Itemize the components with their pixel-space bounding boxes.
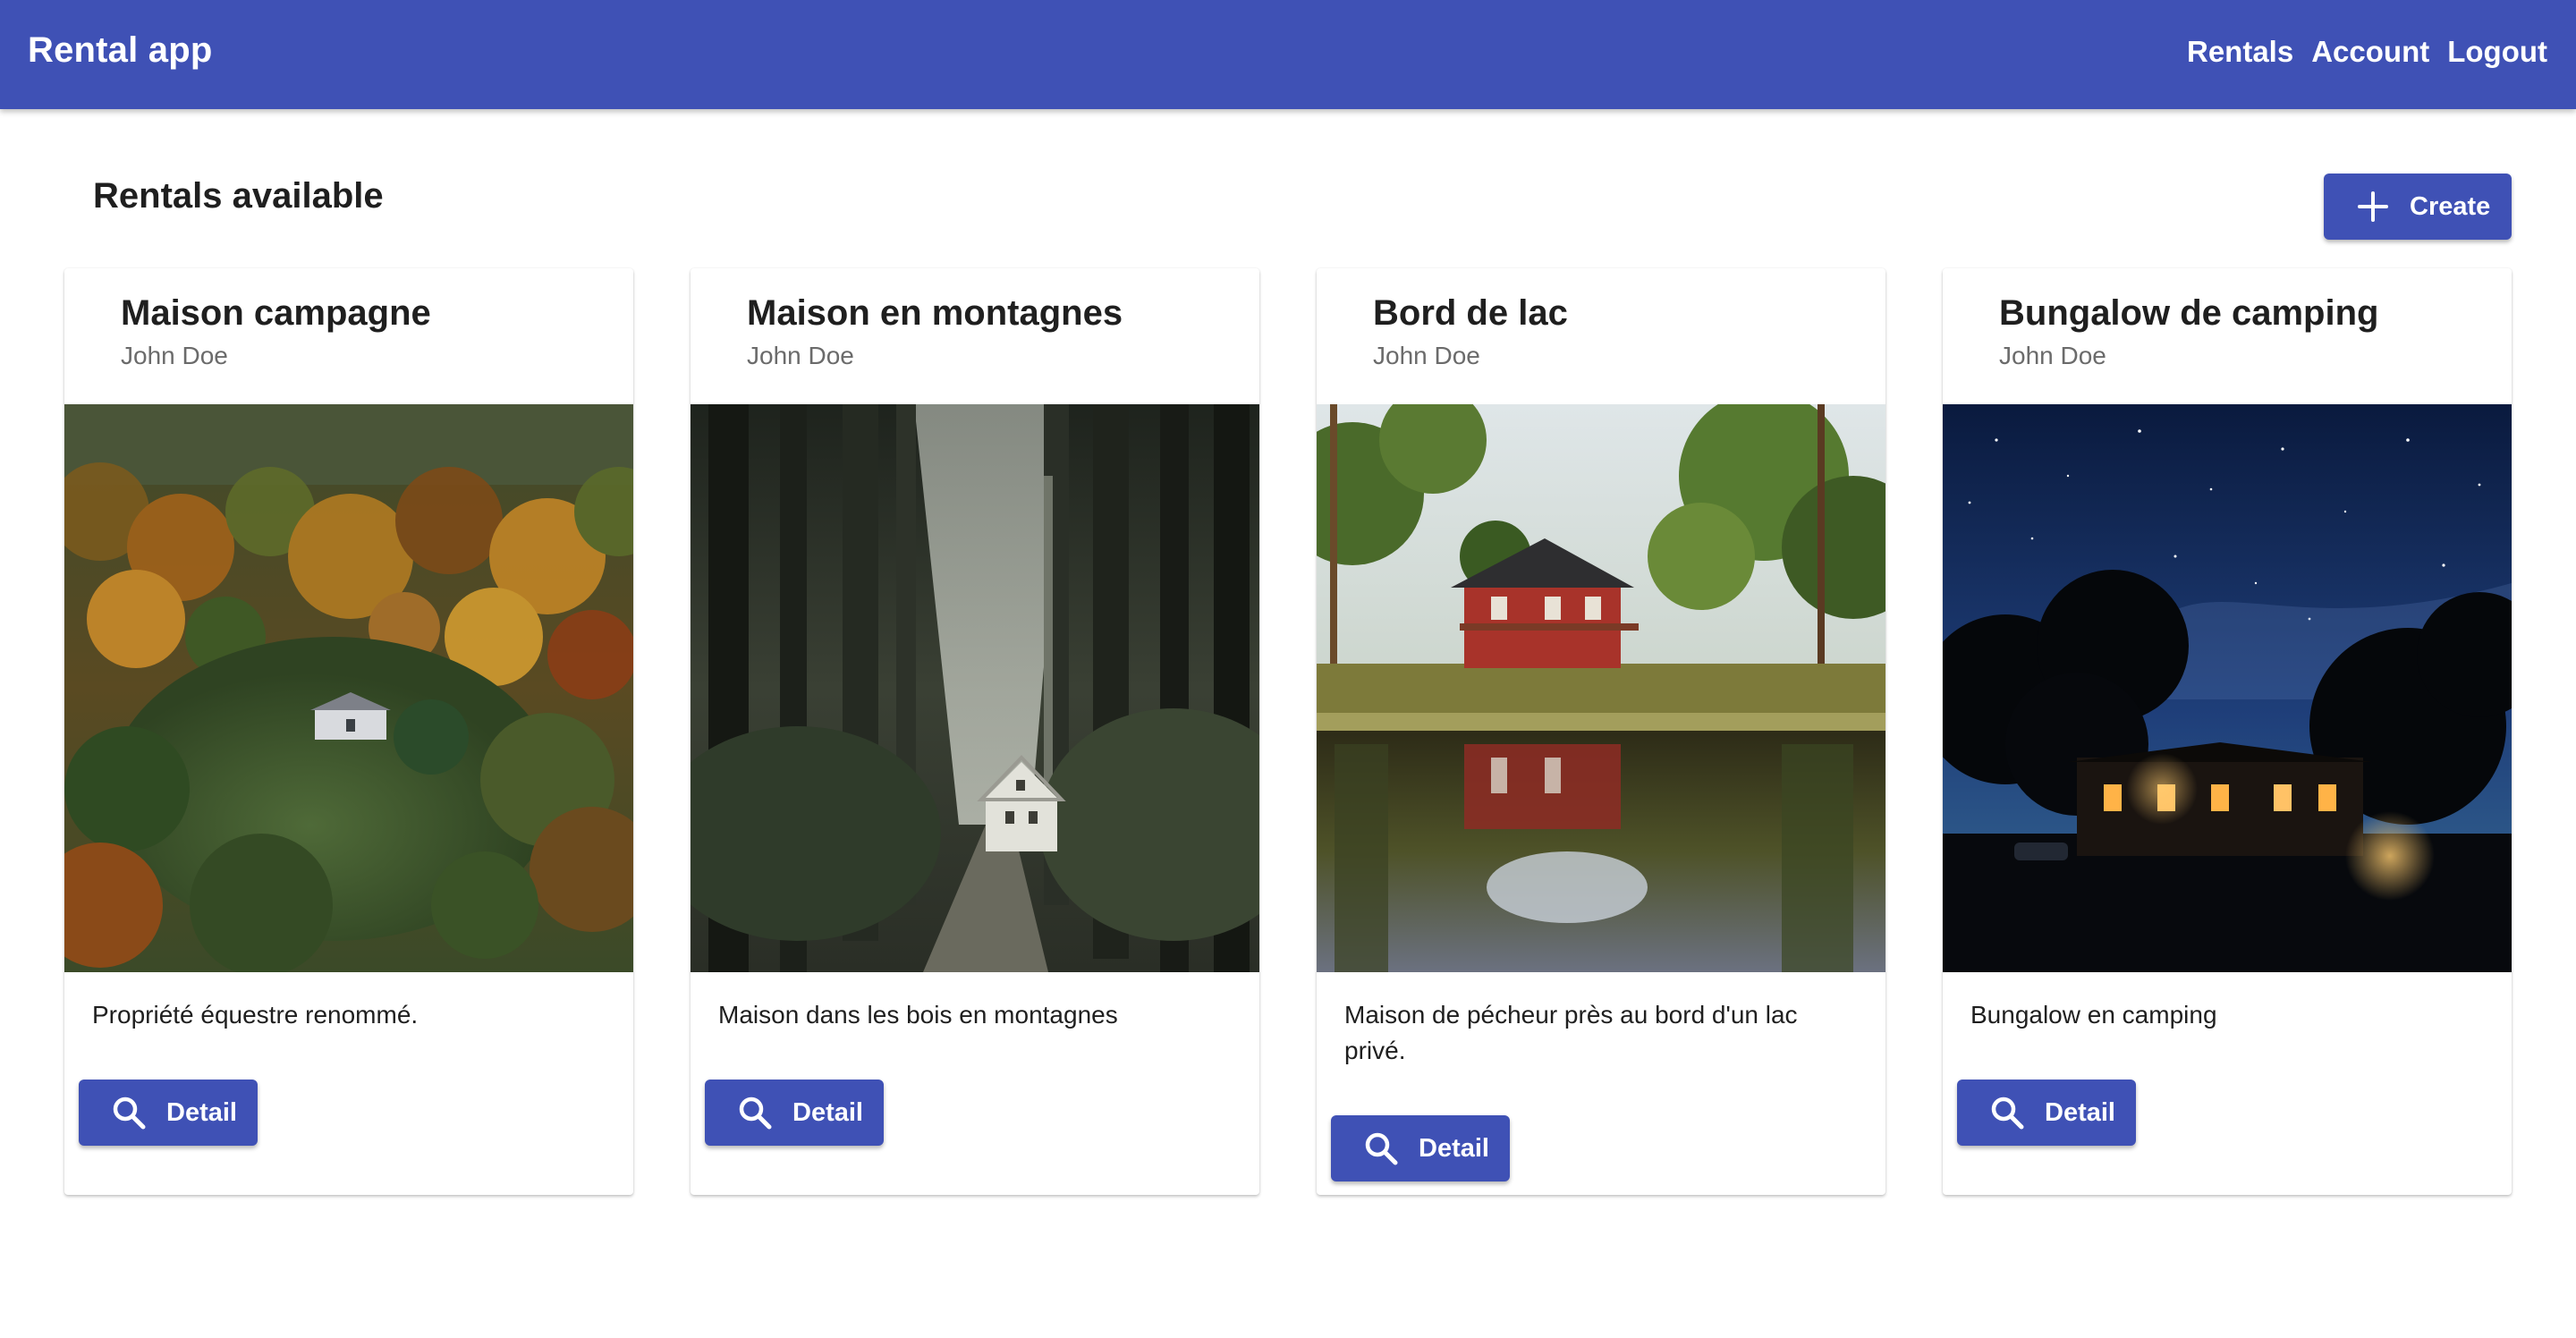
search-icon (113, 1097, 146, 1130)
rental-title: Bord de lac (1373, 293, 1568, 333)
detail-button-label: Detail (1419, 1133, 1489, 1163)
rental-owner: John Doe (1373, 342, 1480, 369)
rental-card: Maison en montagnes John Doe Maison dans… (691, 268, 1259, 1195)
rental-description: Maison dans les bois en montagnes (718, 1001, 1118, 1029)
nav-account-link[interactable]: Account (2311, 30, 2429, 73)
detail-button-label: Detail (792, 1097, 863, 1127)
rental-card: Bungalow de camping John Doe Bungalow en… (1943, 268, 2512, 1195)
top-nav: Rentals Account Logout (2187, 30, 2547, 73)
rental-description: Maison de pécheur près au bord d'un lac … (1344, 1001, 1798, 1064)
rental-image (64, 404, 633, 972)
create-button[interactable]: Create (2324, 174, 2512, 240)
rental-description: Bungalow en camping (1970, 1001, 2217, 1029)
detail-button-label: Detail (2045, 1097, 2115, 1127)
rental-title: Bungalow de camping (1999, 293, 2379, 333)
rental-card: Maison campagne John Doe Propriété éques… (64, 268, 633, 1195)
rental-description: Propriété équestre renommé. (92, 1001, 419, 1029)
detail-button[interactable]: Detail (79, 1080, 258, 1146)
search-icon (1365, 1132, 1398, 1165)
rental-card: Bord de lac John Doe Maison de pécheur p… (1317, 268, 1885, 1195)
rental-owner: John Doe (1999, 342, 2106, 369)
detail-button[interactable]: Detail (1331, 1115, 1510, 1181)
rental-image (1943, 404, 2512, 972)
rental-title: Maison en montagnes (747, 293, 1123, 333)
page-title: Rentals available (93, 176, 384, 216)
search-icon (1991, 1097, 2024, 1130)
app-bar: Rental app Rentals Account Logout (0, 0, 2576, 109)
detail-button-label: Detail (166, 1097, 237, 1127)
rental-image (1317, 404, 1885, 972)
app-title[interactable]: Rental app (28, 27, 212, 73)
rental-owner: John Doe (121, 342, 228, 369)
rental-title: Maison campagne (121, 293, 431, 333)
search-icon (739, 1097, 772, 1130)
create-button-label: Create (2410, 191, 2491, 221)
detail-button[interactable]: Detail (1957, 1080, 2136, 1146)
plus-icon (2358, 191, 2388, 222)
nav-rentals-link[interactable]: Rentals (2187, 30, 2293, 73)
detail-button[interactable]: Detail (705, 1080, 884, 1146)
rental-owner: John Doe (747, 342, 854, 369)
nav-logout-link[interactable]: Logout (2447, 30, 2547, 73)
rental-image (691, 404, 1259, 972)
